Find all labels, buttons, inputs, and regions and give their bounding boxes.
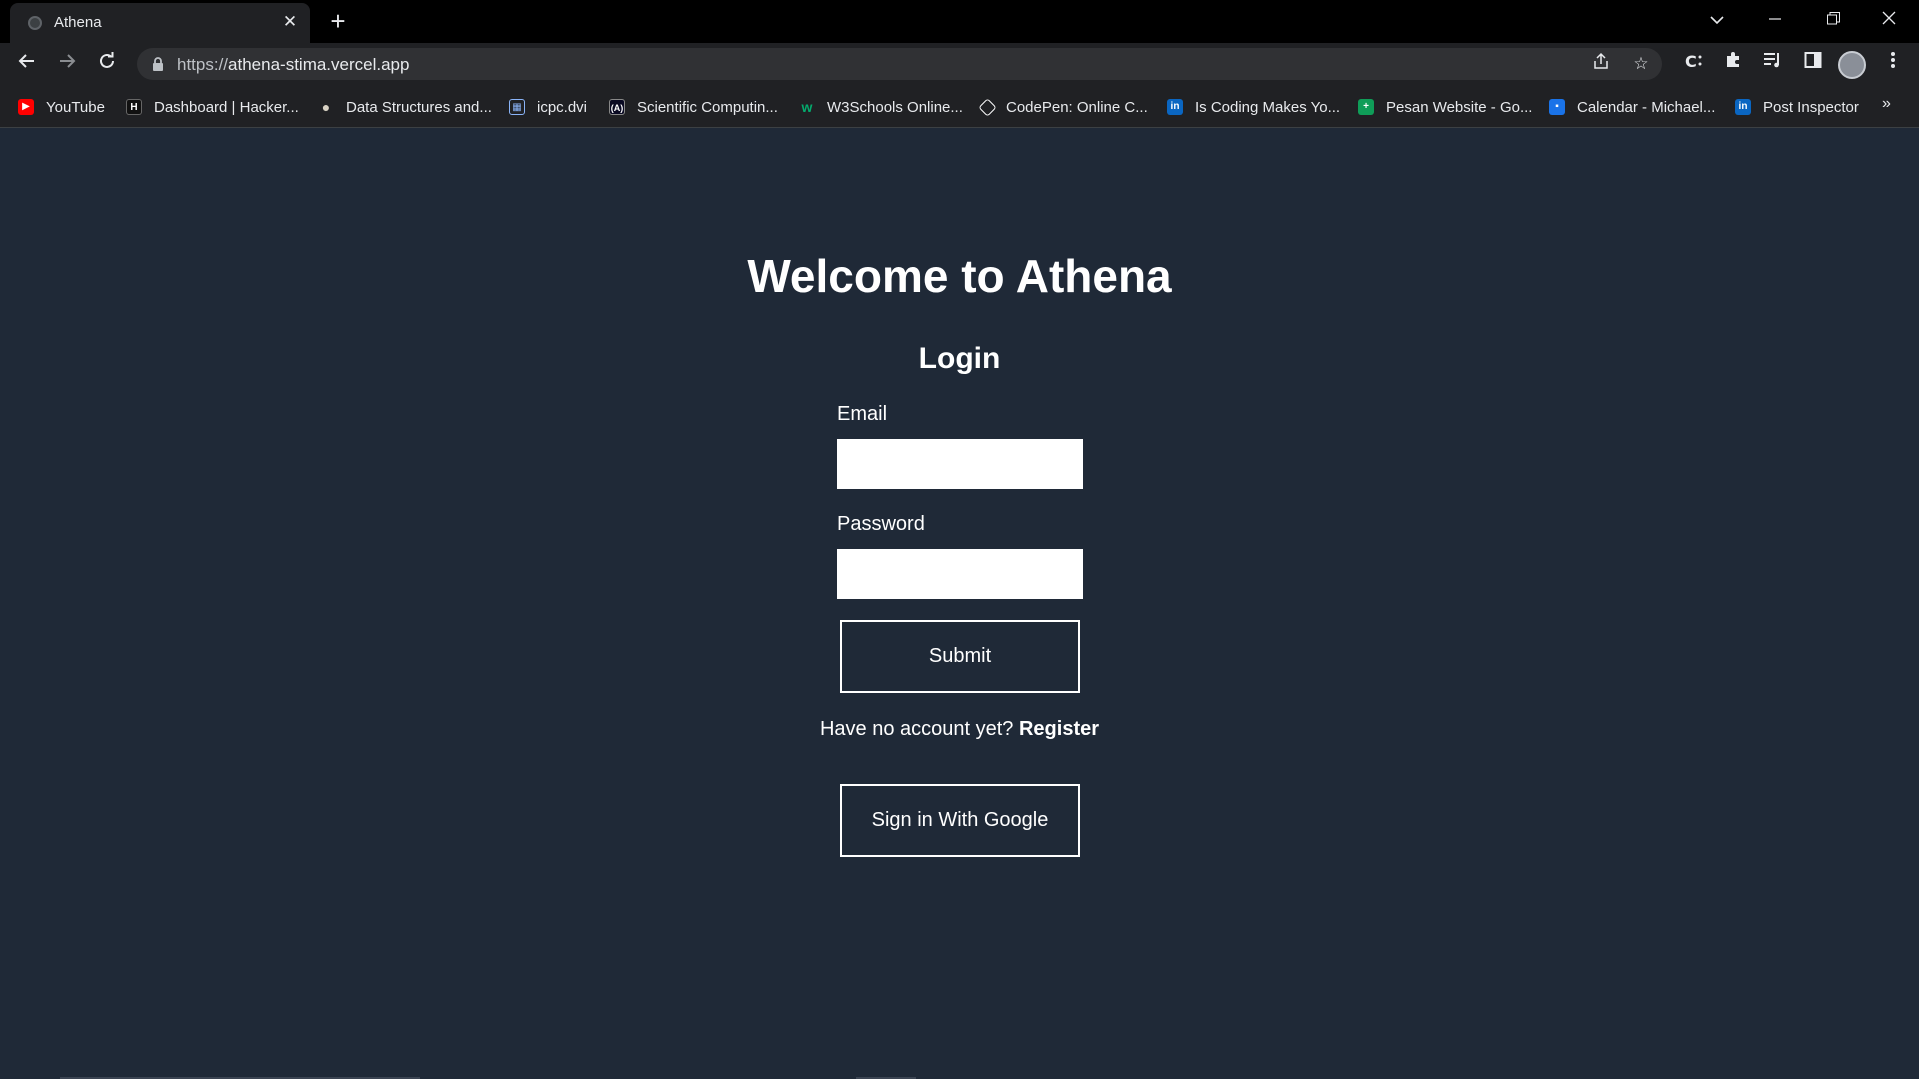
submit-button[interactable]: Submit [840, 620, 1080, 693]
grid-icon: ▦ [509, 99, 525, 115]
bookmark-youtube[interactable]: ▶ YouTube [18, 96, 105, 118]
bookmark-w3schools[interactable]: w W3Schools Online... [799, 96, 963, 118]
forward-button[interactable] [53, 50, 81, 78]
browser-toolbar: https://athena-stima.vercel.app ☆ C [0, 43, 1919, 85]
reload-button[interactable] [93, 50, 121, 78]
lock-icon[interactable] [151, 56, 167, 72]
bookmark-scientific-computing[interactable]: (A) Scientific Computin... [609, 96, 778, 118]
bookmark-hackerrank[interactable]: H Dashboard | Hacker... [126, 96, 299, 118]
password-label: Password [837, 513, 925, 535]
google-signin-button[interactable]: Sign in With Google [840, 784, 1080, 857]
bulb-icon: ● [321, 99, 331, 115]
menu-kebab-icon[interactable] [1880, 51, 1906, 77]
close-window-button[interactable] [1866, 6, 1912, 36]
minimize-button[interactable] [1752, 6, 1798, 36]
calendar-icon: ▪ [1549, 99, 1565, 115]
svg-text:C: C [1685, 52, 1697, 71]
codepen-icon [978, 97, 997, 117]
tab-title: Athena [54, 14, 102, 31]
email-field[interactable] [837, 439, 1083, 489]
back-button[interactable] [13, 50, 41, 78]
register-prompt: Have no account yet? Register [0, 718, 1919, 741]
email-label: Email [837, 403, 888, 425]
extension-c-icon[interactable]: C [1680, 51, 1706, 77]
tab-athena[interactable]: Athena ✕ [10, 3, 310, 43]
url-text[interactable]: https://athena-stima.vercel.app [177, 55, 409, 75]
media-queue-icon[interactable] [1760, 51, 1786, 77]
register-link[interactable]: Register [1019, 718, 1099, 740]
bookmark-pesan-website[interactable]: + Pesan Website - Go... [1358, 96, 1532, 118]
bookmarks-bar: ▶ YouTube H Dashboard | Hacker... ● Data St… [0, 85, 1919, 128]
restore-button[interactable] [1810, 6, 1856, 36]
bookmark-calendar[interactable]: ▪ Calendar - Michael... [1549, 96, 1715, 118]
close-tab-icon[interactable]: ✕ [280, 12, 300, 32]
youtube-icon: ▶ [18, 99, 34, 115]
bookmark-icpc[interactable]: ▦ icpc.dvi [509, 96, 587, 118]
address-bar[interactable]: https://athena-stima.vercel.app ☆ [137, 48, 1662, 80]
tab-search-chevron-icon[interactable] [1694, 6, 1740, 36]
tab-strip: Athena ✕ + [0, 0, 1919, 43]
new-tab-button[interactable]: + [324, 8, 352, 36]
globe-icon [28, 16, 42, 30]
w3schools-icon: w [801, 99, 813, 115]
page-content: Welcome to Athena Login Email Password S… [0, 129, 1919, 1079]
bookmark-codepen[interactable]: CodePen: Online C... [978, 96, 1148, 118]
extensions-puzzle-icon[interactable] [1720, 51, 1746, 77]
password-field[interactable] [837, 549, 1083, 599]
google-sheets-icon: + [1358, 99, 1374, 115]
side-panel-icon[interactable] [1800, 51, 1826, 77]
linkedin-icon: in [1735, 99, 1751, 115]
hackerrank-icon: H [126, 99, 142, 115]
share-icon[interactable] [1589, 52, 1613, 76]
freecodecamp-icon: (A) [609, 99, 625, 115]
page-title: Welcome to Athena [747, 250, 1172, 302]
bookmark-post-inspector[interactable]: in Post Inspector [1735, 96, 1859, 118]
register-prompt-text: Have no account yet? [819, 718, 1019, 740]
login-heading: Login [918, 342, 1001, 375]
bookmark-is-coding[interactable]: in Is Coding Makes Yo... [1167, 96, 1340, 118]
bookmark-data-structures[interactable]: ● Data Structures and... [318, 96, 492, 118]
linkedin-icon: in [1167, 99, 1183, 115]
profile-avatar[interactable] [1838, 51, 1866, 79]
bookmark-star-icon[interactable]: ☆ [1629, 52, 1653, 76]
more-bookmarks-button[interactable]: » [1882, 95, 1891, 113]
